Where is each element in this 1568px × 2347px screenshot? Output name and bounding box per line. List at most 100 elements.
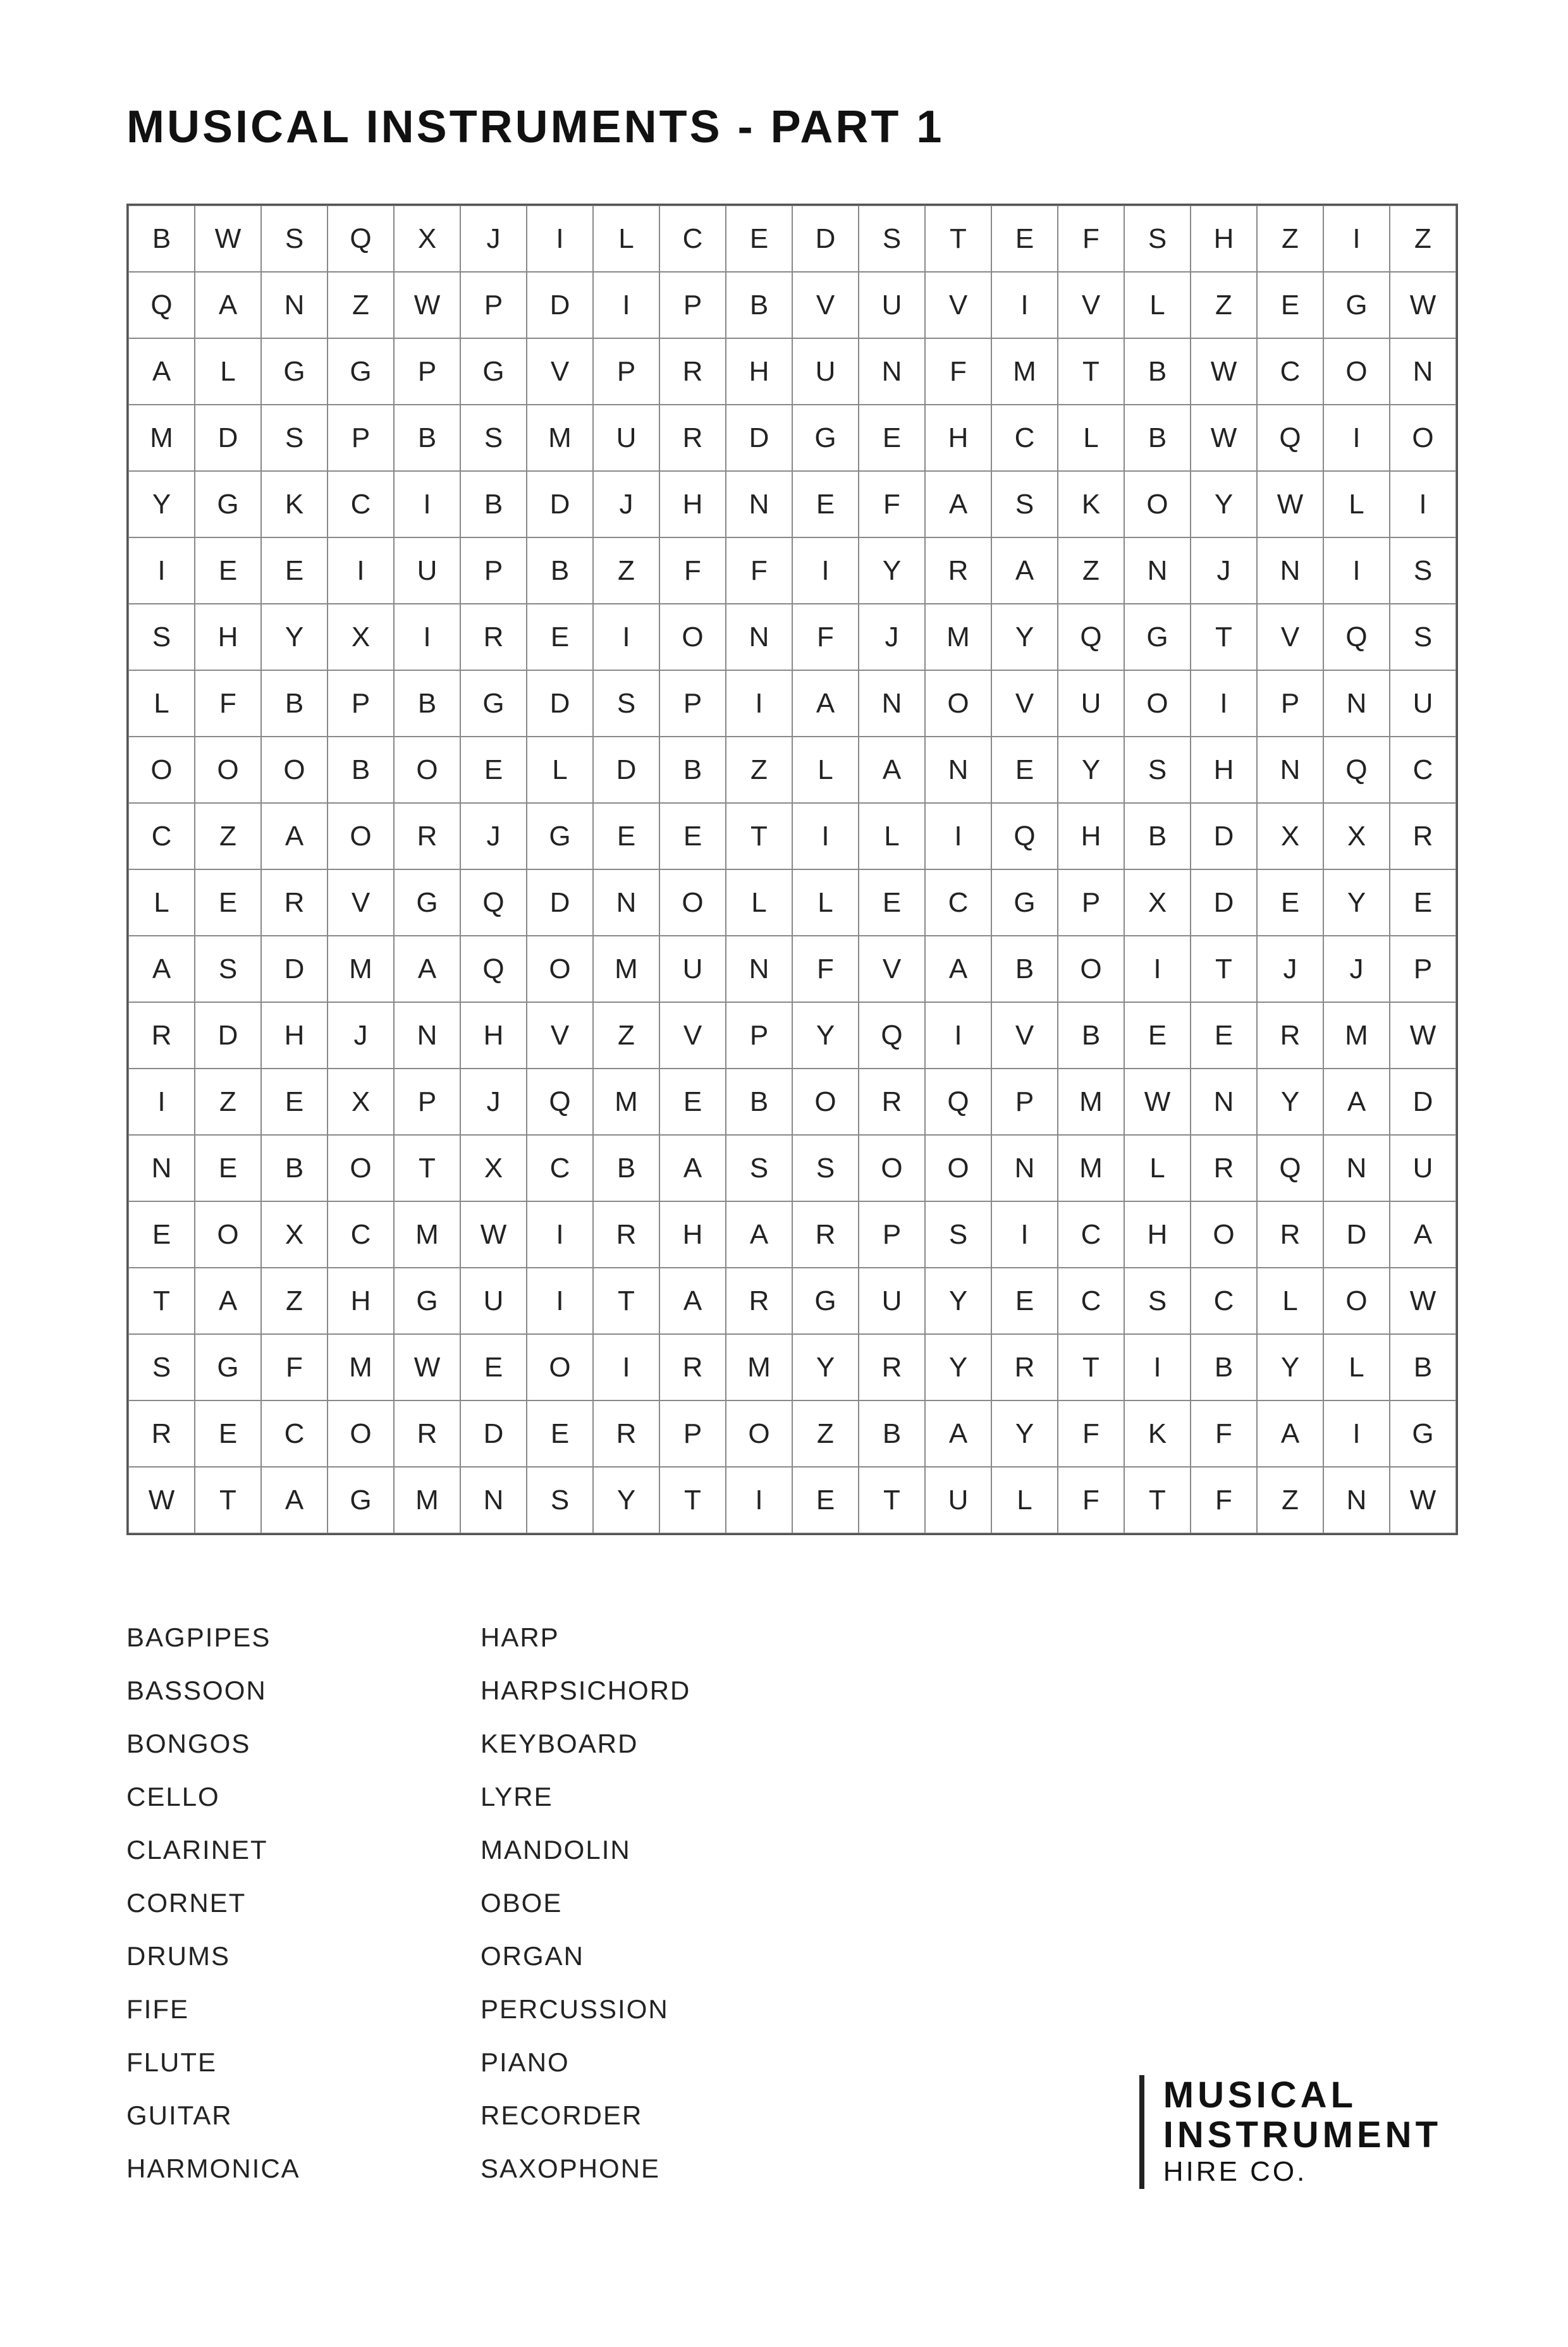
grid-cell-6-0: S (128, 604, 195, 670)
grid-cell-0-13: E (991, 205, 1058, 272)
grid-cell-5-10: I (792, 537, 859, 604)
grid-cell-7-12: O (925, 670, 991, 737)
grid-cell-16-19: W (1390, 1268, 1456, 1334)
grid-cell-12-1: D (195, 1002, 261, 1069)
grid-cell-7-4: B (394, 670, 460, 737)
grid-cell-16-8: A (659, 1268, 726, 1334)
grid-cell-4-14: K (1058, 471, 1124, 537)
grid-cell-6-14: Q (1058, 604, 1124, 670)
grid-row-14: NEBOTXCBASSOONMLRQNU (128, 1135, 1456, 1201)
grid-cell-17-8: R (659, 1334, 726, 1400)
word-item-col2-7: PERCUSSION (481, 1983, 835, 2036)
grid-cell-2-7: P (593, 338, 659, 405)
grid-cell-17-14: T (1058, 1334, 1124, 1400)
grid-cell-4-18: L (1323, 471, 1390, 537)
grid-cell-7-15: O (1124, 670, 1191, 737)
grid-cell-14-18: N (1323, 1135, 1390, 1201)
grid-cell-1-13: I (991, 272, 1058, 338)
grid-cell-11-11: V (859, 936, 925, 1002)
grid-cell-4-10: E (792, 471, 859, 537)
grid-cell-17-7: I (593, 1334, 659, 1400)
grid-cell-9-0: C (128, 803, 195, 869)
grid-cell-6-18: Q (1323, 604, 1390, 670)
grid-cell-6-5: R (460, 604, 527, 670)
grid-cell-15-7: R (593, 1201, 659, 1268)
grid-cell-15-18: D (1323, 1201, 1390, 1268)
grid-cell-5-19: S (1390, 537, 1456, 604)
grid-cell-14-17: Q (1257, 1135, 1323, 1201)
grid-cell-1-15: L (1124, 272, 1191, 338)
grid-cell-0-2: S (261, 205, 328, 272)
grid-cell-11-12: A (925, 936, 991, 1002)
grid-cell-12-2: H (261, 1002, 328, 1069)
word-item-col2-1: HARPSICHORD (481, 1664, 835, 1717)
grid-cell-2-2: G (261, 338, 328, 405)
grid-cell-1-14: V (1058, 272, 1124, 338)
grid-cell-16-2: Z (261, 1268, 328, 1334)
grid-cell-18-4: R (394, 1400, 460, 1467)
grid-cell-12-16: E (1191, 1002, 1257, 1069)
grid-cell-12-5: H (460, 1002, 527, 1069)
word-item-col2-3: LYRE (481, 1770, 835, 1823)
word-item-col2-10: SAXOPHONE (481, 2142, 835, 2195)
grid-cell-2-16: W (1191, 338, 1257, 405)
grid-cell-13-13: P (991, 1069, 1058, 1135)
grid-cell-15-10: R (792, 1201, 859, 1268)
grid-cell-14-3: O (328, 1135, 394, 1201)
grid-cell-18-12: A (925, 1400, 991, 1467)
grid-cell-12-8: V (659, 1002, 726, 1069)
word-item-col2-5: OBOE (481, 1877, 835, 1930)
grid-cell-8-10: L (792, 737, 859, 803)
word-item-col2-8: PIANO (481, 2036, 835, 2089)
grid-cell-12-6: V (527, 1002, 593, 1069)
grid-cell-15-6: I (527, 1201, 593, 1268)
grid-cell-16-3: H (328, 1268, 394, 1334)
grid-cell-11-17: J (1257, 936, 1323, 1002)
grid-cell-4-0: Y (128, 471, 195, 537)
grid-cell-0-16: H (1191, 205, 1257, 272)
grid-cell-16-0: T (128, 1268, 195, 1334)
grid-cell-15-3: C (328, 1201, 394, 1268)
grid-cell-12-19: W (1390, 1002, 1456, 1069)
grid-cell-3-13: C (991, 405, 1058, 471)
grid-cell-10-14: P (1058, 869, 1124, 936)
grid-cell-10-15: X (1124, 869, 1191, 936)
grid-cell-14-1: E (195, 1135, 261, 1201)
grid-cell-4-11: F (859, 471, 925, 537)
grid-cell-7-13: V (991, 670, 1058, 737)
grid-cell-0-17: Z (1257, 205, 1323, 272)
grid-cell-12-14: B (1058, 1002, 1124, 1069)
grid-cell-5-6: B (527, 537, 593, 604)
grid-cell-16-16: C (1191, 1268, 1257, 1334)
grid-cell-1-8: P (659, 272, 726, 338)
grid-cell-8-7: D (593, 737, 659, 803)
grid-cell-12-12: I (925, 1002, 991, 1069)
grid-cell-4-4: I (394, 471, 460, 537)
grid-cell-16-15: S (1124, 1268, 1191, 1334)
grid-cell-5-18: I (1323, 537, 1390, 604)
grid-cell-7-16: I (1191, 670, 1257, 737)
grid-cell-12-11: Q (859, 1002, 925, 1069)
grid-cell-19-12: U (925, 1467, 991, 1533)
grid-cell-8-2: O (261, 737, 328, 803)
grid-cell-10-4: G (394, 869, 460, 936)
grid-cell-12-0: R (128, 1002, 195, 1069)
grid-cell-10-9: L (726, 869, 792, 936)
grid-cell-17-13: R (991, 1334, 1058, 1400)
grid-cell-1-7: I (593, 272, 659, 338)
grid-cell-13-4: P (394, 1069, 460, 1135)
grid-cell-12-18: M (1323, 1002, 1390, 1069)
grid-cell-14-15: L (1124, 1135, 1191, 1201)
grid-row-4: YGKCIBDJHNEFASKOYWLI (128, 471, 1456, 537)
grid-cell-19-9: I (726, 1467, 792, 1533)
grid-cell-13-9: B (726, 1069, 792, 1135)
grid-cell-7-18: N (1323, 670, 1390, 737)
grid-cell-18-13: Y (991, 1400, 1058, 1467)
grid-cell-18-9: O (726, 1400, 792, 1467)
grid-cell-19-4: M (394, 1467, 460, 1533)
grid-cell-19-13: L (991, 1467, 1058, 1533)
grid-cell-7-11: N (859, 670, 925, 737)
grid-cell-9-5: J (460, 803, 527, 869)
grid-cell-13-12: Q (925, 1069, 991, 1135)
grid-cell-9-4: R (394, 803, 460, 869)
